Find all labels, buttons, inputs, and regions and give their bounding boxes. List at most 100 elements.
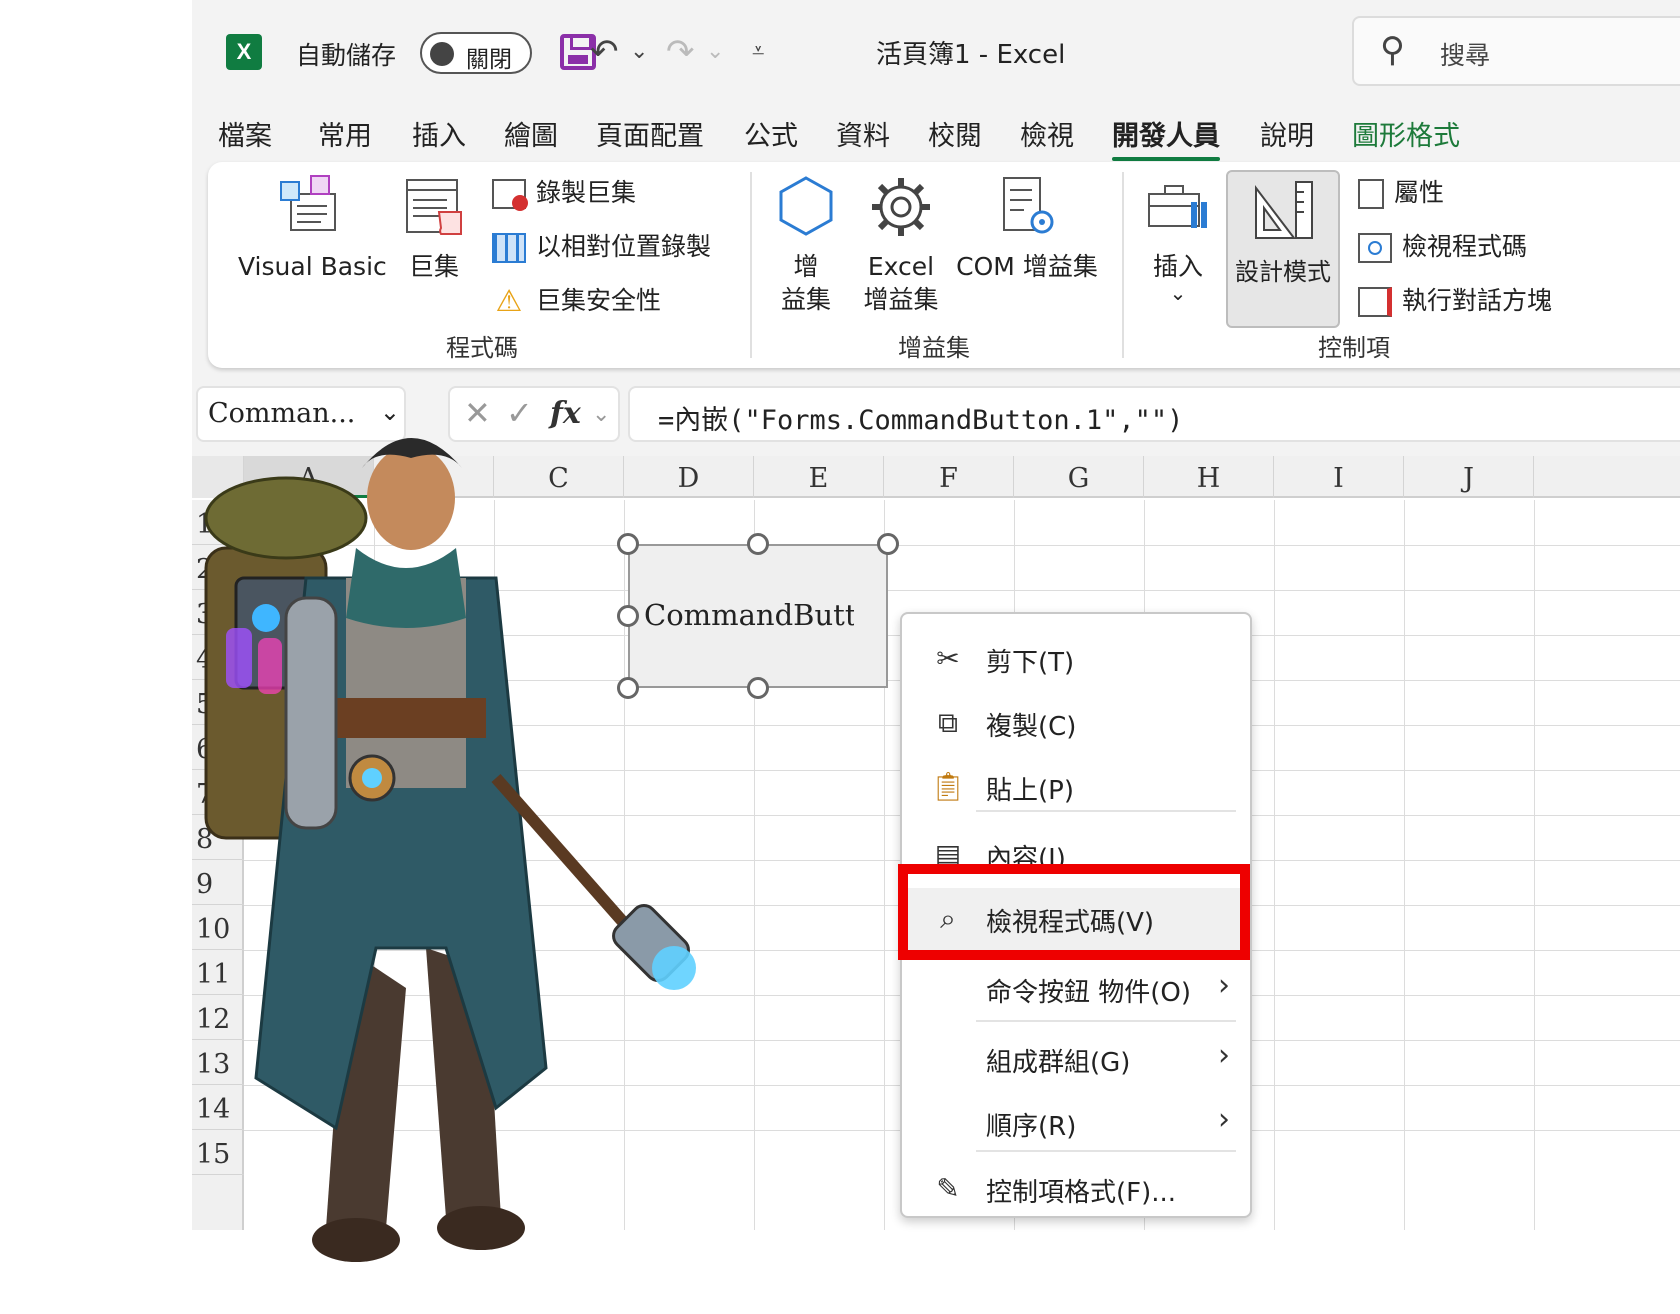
controls-group-label: 控制項 [1318, 334, 1390, 362]
enter-icon[interactable]: ✓ [506, 394, 533, 432]
chevron-down-icon: ⌄ [379, 398, 400, 426]
column-header-e[interactable]: E [754, 456, 884, 498]
toggle-knob [430, 42, 454, 66]
properties-button[interactable]: 屬性 [1358, 176, 1444, 210]
ribbon: Visual Basic 巨集 錄製巨集 以相對位置錄製 ⚠ 巨集安全性 程式碼 [208, 162, 1680, 368]
tab-shape-format[interactable]: 圖形格式 [1352, 114, 1460, 153]
record-macro-button[interactable]: 錄製巨集 [492, 176, 637, 211]
run-dialog-button[interactable]: 執行對話方塊 [1358, 284, 1552, 318]
search-icon: ⚲ [1380, 30, 1405, 70]
menu-item-format-control[interactable]: ✎ 控制項格式(F)... [902, 1158, 1250, 1220]
formula-input[interactable]: =內嵌("Forms.CommandButton.1","") [628, 386, 1680, 442]
visual-basic-label: Visual Basic [238, 252, 387, 281]
relative-references-button[interactable]: 以相對位置錄製 [492, 230, 711, 264]
undo-icon[interactable]: ↶ [590, 30, 619, 74]
menu-item-label: 複製(C) [986, 712, 1077, 742]
toolbox-icon [1148, 185, 1207, 228]
tab-formulas[interactable]: 公式 [744, 114, 798, 153]
ribbon-separator [750, 172, 752, 358]
run-dialog-label: 執行對話方塊 [1402, 286, 1553, 315]
design-mode-icon [1255, 181, 1313, 239]
cancel-icon[interactable]: ✕ [464, 394, 491, 432]
tab-data[interactable]: 資料 [836, 114, 890, 153]
grid-line [1274, 500, 1275, 1230]
menu-item-command-button-object[interactable]: 命令按鈕 物件(O) › [902, 958, 1250, 1020]
view-code-label: 檢視程式碼 [1402, 232, 1528, 261]
column-header-g[interactable]: G [1014, 456, 1144, 498]
insert-control-button[interactable]: 插入 ⌄ [1138, 172, 1218, 303]
tab-home[interactable]: 常用 [318, 114, 372, 153]
column-header-f[interactable]: F [884, 456, 1014, 498]
menu-item-label: 控制項格式(F)... [986, 1178, 1177, 1208]
ribbon-separator [1122, 172, 1124, 358]
menu-item-cut[interactable]: ✂ 剪下(T) [902, 628, 1250, 690]
insert-function-icon[interactable]: fx [550, 396, 581, 431]
properties-icon [1358, 179, 1384, 209]
insert-control-label: 插入 [1152, 252, 1203, 281]
excel-addins-label-line1: Excel [867, 252, 935, 281]
gear-icon [872, 178, 930, 236]
grid-line [1534, 500, 1535, 1230]
menu-item-group[interactable]: 組成群組(G) › [902, 1028, 1250, 1090]
properties-label: 屬性 [1394, 178, 1445, 207]
tab-draw[interactable]: 繪圖 [504, 114, 558, 153]
record-macro-label: 錄製巨集 [536, 178, 637, 207]
design-mode-button[interactable]: 設計模式 [1226, 170, 1340, 328]
com-addins-label: COM 增益集 [956, 252, 1098, 281]
tab-insert[interactable]: 插入 [412, 114, 466, 153]
tab-view[interactable]: 檢視 [1020, 114, 1074, 153]
column-header-i[interactable]: I [1274, 456, 1404, 498]
column-header-h[interactable]: H [1144, 456, 1274, 498]
undo-dropdown-icon[interactable]: ⌄ [630, 30, 648, 74]
tab-file[interactable]: 檔案 [218, 114, 272, 153]
column-header-j[interactable]: J [1404, 456, 1534, 498]
record-macro-icon [492, 179, 528, 211]
customize-toolbar-icon[interactable]: ⩡ [752, 30, 764, 74]
com-addins-icon [1003, 177, 1054, 234]
format-control-icon: ✎ [936, 1172, 960, 1205]
view-code-icon [1358, 233, 1392, 263]
redo-icon[interactable]: ↷ [666, 30, 695, 74]
macro-security-button[interactable]: ⚠ 巨集安全性 [492, 284, 661, 318]
macro-security-label: 巨集安全性 [536, 286, 662, 315]
menu-item-order[interactable]: 順序(R) › [902, 1092, 1250, 1154]
menu-item-paste[interactable]: 📋︎ 貼上(P) [902, 756, 1250, 818]
menu-separator [976, 1020, 1236, 1022]
excel-logo-icon: X [226, 34, 262, 70]
addins-button[interactable]: 增 益集 [768, 172, 844, 316]
autosave-toggle[interactable]: 關閉 [420, 32, 532, 74]
com-addins-button[interactable]: COM 增益集 [952, 172, 1102, 283]
redo-dropdown-icon[interactable]: ⌄ [706, 30, 724, 74]
search-box[interactable]: ⚲ 搜尋 [1352, 16, 1680, 86]
menu-item-copy[interactable]: ⧉ 複製(C) [902, 692, 1250, 754]
view-code-button[interactable]: 檢視程式碼 [1358, 230, 1527, 264]
menu-item-label: 剪下(T) [986, 648, 1075, 678]
ribbon-tabs: 檔案 常用 插入 繪圖 頁面配置 公式 資料 校閱 檢視 開發人員 說明 圖形格… [192, 108, 1680, 161]
addins-icon [779, 176, 833, 236]
tab-help[interactable]: 說明 [1260, 114, 1314, 153]
macros-button[interactable]: 巨集 [394, 172, 474, 283]
addins-label-line2: 益集 [780, 285, 831, 314]
chevron-right-icon: › [1218, 968, 1230, 1003]
chevron-right-icon: › [1218, 1038, 1230, 1073]
title-bar: X 自動儲存 關閉 ↶ ⌄ ↷ ⌄ ⩡ 活頁簿1 - Excel ⚲ 搜尋 [192, 0, 1680, 108]
tab-developer[interactable]: 開發人員 [1112, 114, 1220, 161]
excel-addins-button[interactable]: Excel 增益集 [858, 172, 944, 316]
resize-handle[interactable] [877, 533, 899, 555]
visual-basic-button[interactable]: Visual Basic [238, 172, 387, 283]
chevron-right-icon: › [1218, 1102, 1230, 1137]
relative-references-label: 以相對位置錄製 [536, 232, 712, 261]
menu-item-label: 順序(R) [986, 1112, 1077, 1142]
autosave-label: 自動儲存 [296, 41, 397, 70]
run-dialog-icon [1358, 287, 1392, 317]
paste-icon: 📋︎ [930, 770, 966, 803]
code-group-label: 程式碼 [446, 334, 518, 362]
menu-separator [976, 810, 1236, 812]
tab-review[interactable]: 校閱 [928, 114, 982, 153]
adventurer-character-illustration [204, 438, 696, 1262]
menu-item-label: 貼上(P) [986, 776, 1074, 806]
warning-icon: ⚠ [495, 284, 523, 319]
tab-page-layout[interactable]: 頁面配置 [596, 114, 704, 153]
autosave-toggle-label: 關閉 [466, 47, 512, 73]
relative-references-icon [492, 233, 526, 263]
